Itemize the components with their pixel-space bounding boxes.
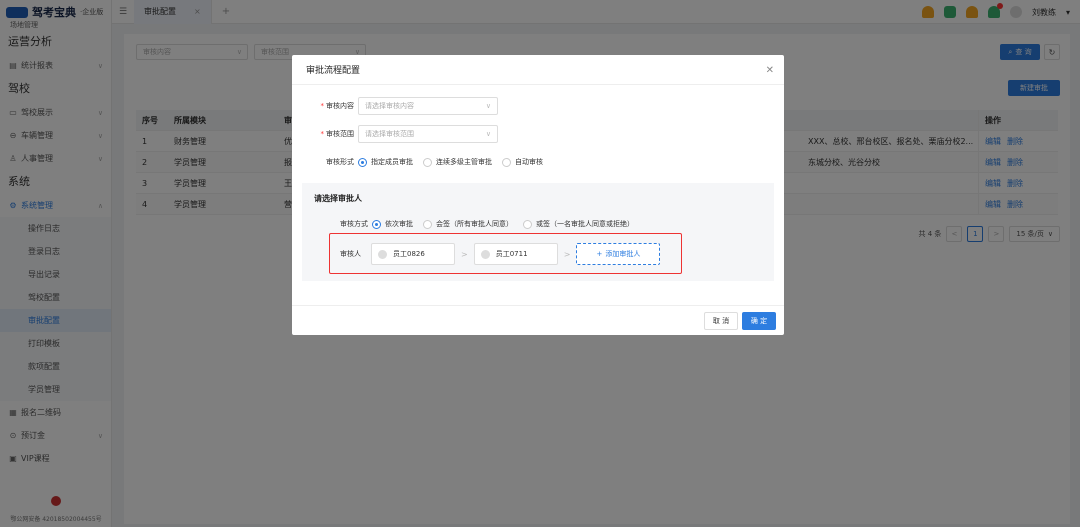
radio-label: 或签（一名审批人同意或拒绝） xyxy=(536,220,634,228)
chevron-right-icon: > xyxy=(461,249,468,259)
dialog-title: 审批流程配置 xyxy=(292,55,784,85)
approver-name: 员工0711 xyxy=(495,250,528,258)
radio-assigned-members[interactable]: 指定成员审批 xyxy=(358,157,413,167)
select-placeholder: 请选择审核范围 xyxy=(365,130,414,138)
cancel-button[interactable]: 取 消 xyxy=(704,312,738,330)
required-mark: * xyxy=(320,102,325,110)
radio-sequential[interactable]: 依次审批 xyxy=(372,219,413,229)
label-text: 审核范围 xyxy=(326,130,354,138)
form-type-row: 审核形式 指定成员审批 连续多级主管审批 自动审核 xyxy=(310,157,543,167)
approver-chip[interactable]: 员工0711 xyxy=(473,243,558,265)
chevron-right-icon: > xyxy=(563,249,571,259)
add-approver-button[interactable]: + 添加审批人 xyxy=(576,243,661,265)
radio-dot xyxy=(372,219,381,229)
review-method-row: 审核方式 依次审批 会签（所有审批人同意） 或签（一名审批人同意或拒绝） xyxy=(340,219,634,229)
plus-icon: + xyxy=(596,250,603,258)
radio-or-sign[interactable]: 或签（一名审批人同意或拒绝） xyxy=(523,219,634,229)
review-method-radio-group: 依次审批 会签（所有审批人同意） 或签（一名审批人同意或拒绝） xyxy=(372,219,634,229)
field-label: 审核人 xyxy=(340,250,361,258)
radio-dot xyxy=(502,157,511,167)
radio-label: 自动审核 xyxy=(515,158,543,166)
radio-dot xyxy=(423,219,432,229)
radio-label: 连续多级主管审批 xyxy=(436,158,492,166)
section-title: 请选择审批人 xyxy=(314,194,362,203)
approval-flow-dialog: 审批流程配置 ✕ * 审核内容 请选择审核内容 ∨ * 审核范围 请选择审核范围 ∨… xyxy=(292,55,784,335)
radio-dot xyxy=(358,157,367,167)
confirm-button[interactable]: 确 定 xyxy=(742,312,776,330)
content-select[interactable]: 请选择审核内容 ∨ xyxy=(358,97,498,115)
content-field-row: * 审核内容 请选择审核内容 ∨ xyxy=(310,97,498,115)
field-label: * 审核范围 xyxy=(310,129,358,139)
select-placeholder: 请选择审核内容 xyxy=(365,102,414,110)
add-approver-label: 添加审批人 xyxy=(605,250,641,258)
radio-label: 依次审批 xyxy=(385,220,413,228)
scope-field-row: * 审核范围 请选择审核范围 ∨ xyxy=(310,125,498,143)
approver-name: 员工0826 xyxy=(393,250,425,258)
chevron-down-icon: ∨ xyxy=(485,130,491,138)
avatar xyxy=(480,249,490,259)
label-text: 审核内容 xyxy=(326,102,354,110)
radio-dot xyxy=(423,157,432,167)
radio-multilevel-supervisor[interactable]: 连续多级主管审批 xyxy=(423,157,492,167)
radio-countersign[interactable]: 会签（所有审批人同意） xyxy=(423,219,513,229)
field-label: 审核形式 xyxy=(326,158,354,166)
dialog-footer: 取 消 确 定 xyxy=(292,305,784,335)
radio-label: 会签（所有审批人同意） xyxy=(436,220,513,228)
form-type-radio-group: 指定成员审批 连续多级主管审批 自动审核 xyxy=(358,157,543,167)
radio-dot xyxy=(523,219,532,229)
approver-chip[interactable]: 员工0826 xyxy=(371,243,455,265)
radio-label: 指定成员审批 xyxy=(371,158,413,166)
required-mark: * xyxy=(320,130,325,138)
scope-select[interactable]: 请选择审核范围 ∨ xyxy=(358,125,498,143)
avatar xyxy=(378,249,387,259)
field-label: 审核方式 xyxy=(340,220,368,228)
field-label: * 审核内容 xyxy=(310,101,358,111)
chevron-down-icon: ∨ xyxy=(485,102,491,110)
close-icon[interactable]: ✕ xyxy=(766,65,774,76)
approver-list: 审核人 员工0826 > 员工0711 > + 添加审批人 xyxy=(340,243,661,265)
radio-auto-review[interactable]: 自动审核 xyxy=(502,157,543,167)
